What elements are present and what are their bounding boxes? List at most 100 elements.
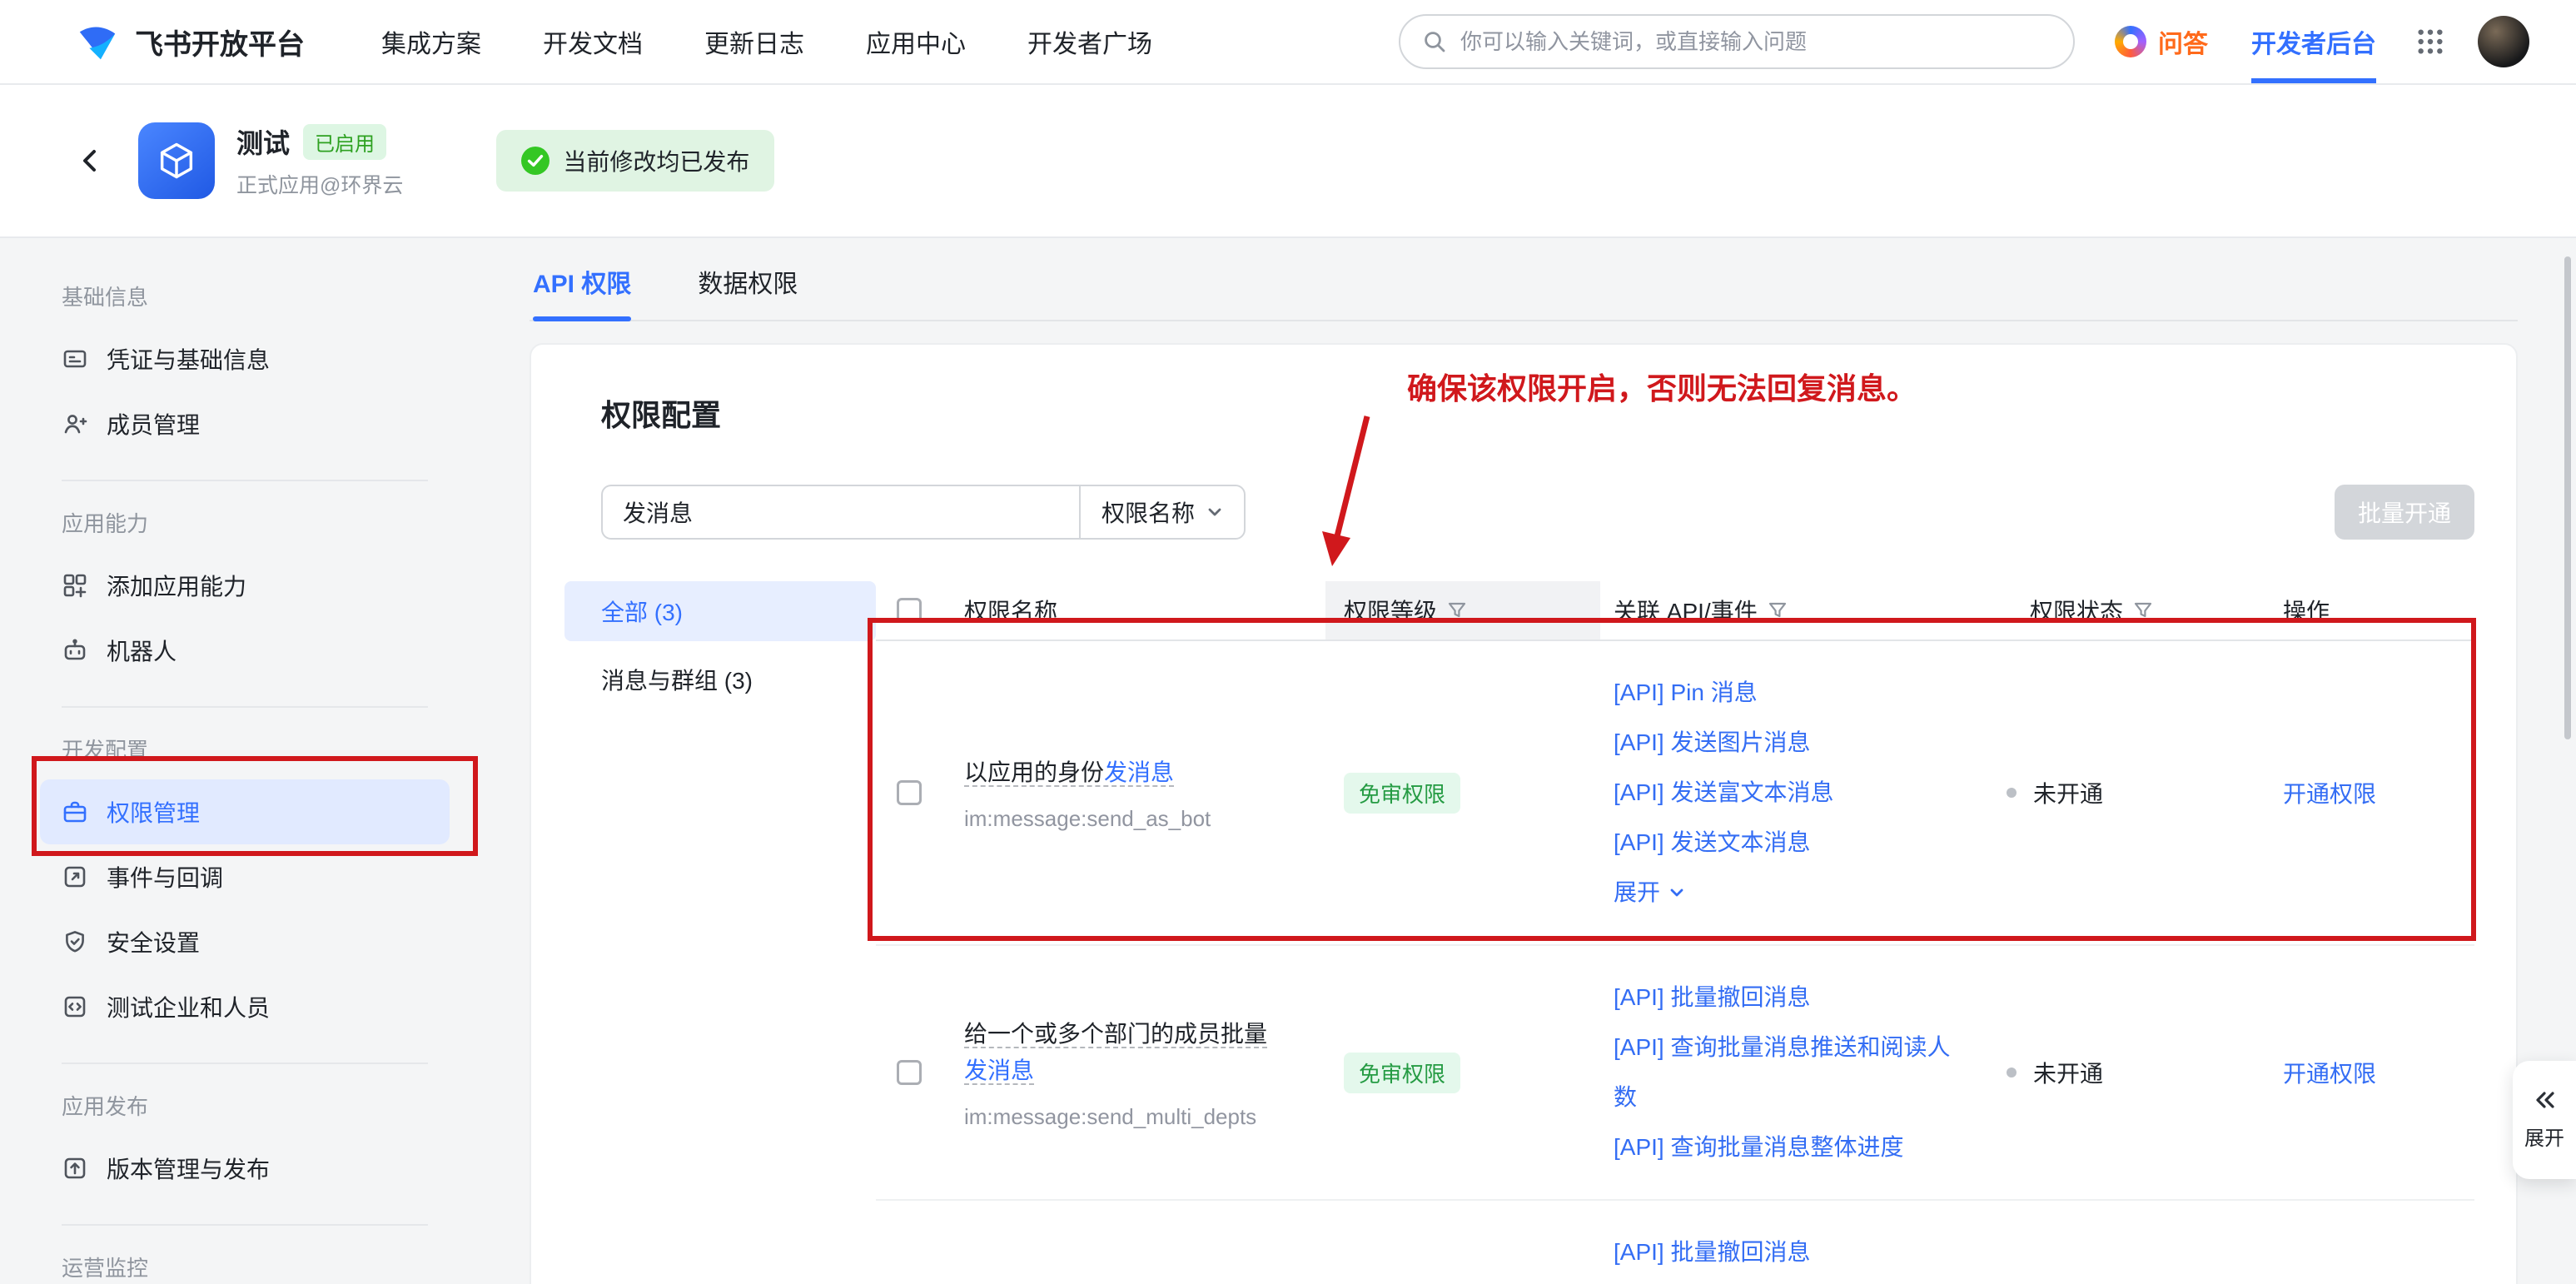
qa-icon <box>2115 26 2146 57</box>
global-search[interactable] <box>1399 14 2075 69</box>
filter-icon[interactable] <box>2133 600 2153 620</box>
api-link[interactable]: [API] Pin 消息 <box>1614 668 1972 718</box>
row-checkbox[interactable] <box>897 1060 922 1085</box>
briefcase-icon <box>62 799 88 825</box>
main-nav: 集成方案 开发文档 更新日志 应用中心 开发者广场 <box>381 0 1152 83</box>
row-checkbox[interactable] <box>897 780 922 805</box>
header-name: 权限名称 <box>942 581 1325 640</box>
select-all-checkbox[interactable] <box>897 598 922 623</box>
app-name: 测试 <box>236 122 290 161</box>
api-link[interactable]: [API] 发送图片消息 <box>1614 718 1972 768</box>
search-input[interactable] <box>1460 29 2051 55</box>
table-row-send-multi-users: 给多个用户批量发消息 [API] 批量撤回消息 [API] 查询批量消息推送和阅… <box>876 1201 2474 1284</box>
chevron-down-icon <box>1206 504 1223 520</box>
page: 飞书开放平台 集成方案 开发文档 更新日志 应用中心 开发者广场 问答 开发者后… <box>0 0 2576 1284</box>
app-icon <box>138 122 215 199</box>
sidebar-item-label: 机器人 <box>107 634 177 667</box>
sidebar-item-label: 权限管理 <box>107 795 200 829</box>
member-icon <box>62 411 88 437</box>
status-text: 未开通 <box>2033 1061 2103 1087</box>
status-dot <box>2007 1068 2017 1077</box>
permission-name[interactable]: 以应用的身份发消息 <box>964 759 1174 787</box>
sidebar-section-capability: 应用能力 <box>40 511 450 536</box>
sidebar-item-security[interactable]: 安全设置 <box>40 909 450 974</box>
api-link[interactable]: [API] 批量撤回消息 <box>1614 973 1972 1023</box>
sidebar-item-credentials[interactable]: 凭证与基础信息 <box>40 326 450 391</box>
double-chevron-left-icon <box>2533 1090 2556 1110</box>
sidebar-item-label: 安全设置 <box>107 925 200 958</box>
sidebar-divider <box>62 480 428 481</box>
api-link[interactable]: [API] 发送文本消息 <box>1614 818 1972 868</box>
expand-panel-label: 展开 <box>2524 1122 2564 1151</box>
search-field-label: 权限名称 <box>1102 495 1195 529</box>
sidebar-item-permissions[interactable]: 权限管理 <box>40 779 450 844</box>
api-link[interactable]: [API] 查询批量消息整体进度 <box>1614 1122 1972 1172</box>
api-link[interactable]: [API] 批量撤回消息 <box>1614 1227 1972 1277</box>
category-message-group[interactable]: 消息与群组 (3) <box>564 649 876 709</box>
sidebar-item-add-capability[interactable]: 添加应用能力 <box>40 553 450 618</box>
publish-status-banner: 当前修改均已发布 <box>496 130 774 192</box>
sidebar-item-bot[interactable]: 机器人 <box>40 618 450 683</box>
nav-item-solutions[interactable]: 集成方案 <box>381 23 481 60</box>
table-header: 权限名称 权限等级 关联 API/事件 权限状态 <box>876 581 2474 641</box>
sidebar-item-test-company[interactable]: 测试企业和人员 <box>40 974 450 1039</box>
permission-name[interactable]: 给一个或多个部门的成员批量发消息 <box>964 1021 1267 1085</box>
feishu-logo-icon <box>75 19 120 64</box>
annotation-text: 确保该权限开启，否则无法回复消息。 <box>1407 365 1917 408</box>
avatar[interactable] <box>2478 16 2529 67</box>
header-api: 关联 API/事件 <box>1600 581 1992 640</box>
table-row-send-multi-depts: 给一个或多个部门的成员批量发消息 im:message:send_multi_d… <box>876 946 2474 1201</box>
expand-panel-button[interactable]: 展开 <box>2513 1061 2576 1179</box>
status-badge: 已启用 <box>303 124 386 160</box>
scrollbar-thumb[interactable] <box>2564 256 2571 739</box>
developer-console-label: 开发者后台 <box>2251 23 2376 60</box>
nav-item-docs[interactable]: 开发文档 <box>543 23 643 60</box>
sidebar-item-label: 凭证与基础信息 <box>107 342 270 376</box>
robot-icon <box>62 637 88 664</box>
nav-item-dev-square[interactable]: 开发者广场 <box>1027 23 1152 60</box>
sidebar-section-basic: 基础信息 <box>40 285 450 310</box>
tab-data-permissions[interactable]: 数据权限 <box>698 263 798 320</box>
api-link[interactable]: [API] 查询批量消息推送和阅读人数 <box>1614 1023 1972 1122</box>
qa-link[interactable]: 问答 <box>2115 23 2208 60</box>
permission-code: im:message:send_multi_depts <box>964 1104 1286 1130</box>
sidebar-section-release: 应用发布 <box>40 1094 450 1119</box>
category-all[interactable]: 全部 (3) <box>564 581 876 641</box>
search-field-select[interactable]: 权限名称 <box>1079 485 1246 540</box>
app-subtitle: 正式应用@环界云 <box>236 169 403 199</box>
nav-item-app-center[interactable]: 应用中心 <box>866 23 966 60</box>
tab-api-permissions[interactable]: API 权限 <box>533 263 631 320</box>
content: 基础信息 凭证与基础信息 成员管理 应用能力 添加应用能力 机器人 开发配置 <box>0 238 2576 1284</box>
filter-icon[interactable] <box>1768 600 1788 620</box>
enable-permission-link[interactable]: 开通权限 <box>2283 1061 2376 1087</box>
api-link[interactable]: [API] 查询批量消息推送和阅读人数 <box>1614 1277 1972 1284</box>
check-circle-icon <box>521 147 550 175</box>
sidebar-item-events[interactable]: 事件与回调 <box>40 844 450 909</box>
sidebar: 基础信息 凭证与基础信息 成员管理 应用能力 添加应用能力 机器人 开发配置 <box>0 238 490 1284</box>
brand[interactable]: 飞书开放平台 <box>75 0 305 83</box>
filter-icon[interactable] <box>1447 600 1467 620</box>
apps-grid-icon[interactable] <box>2416 27 2444 56</box>
developer-console-link[interactable]: 开发者后台 <box>2251 0 2376 83</box>
status-dot <box>2007 788 2017 798</box>
permission-table: 权限名称 权限等级 关联 API/事件 权限状态 <box>876 581 2474 1284</box>
enable-permission-link[interactable]: 开通权限 <box>2283 781 2376 807</box>
back-button[interactable] <box>75 146 105 176</box>
qa-label: 问答 <box>2158 23 2208 60</box>
permission-body: 全部 (3) 消息与群组 (3) 权限名称 权限等级 关联 <box>564 581 2474 1284</box>
nav-item-changelog[interactable]: 更新日志 <box>704 23 804 60</box>
sidebar-divider <box>62 1063 428 1064</box>
sidebar-item-members[interactable]: 成员管理 <box>40 391 450 456</box>
sidebar-item-version-release[interactable]: 版本管理与发布 <box>40 1136 450 1201</box>
table-row-send-as-bot: 以应用的身份发消息 im:message:send_as_bot 免审权限 [A… <box>876 641 2474 946</box>
expand-apis-link[interactable]: 展开 <box>1614 868 1972 918</box>
permission-search-input[interactable] <box>601 485 1079 540</box>
publish-banner-text: 当前修改均已发布 <box>563 144 749 177</box>
permission-search: 权限名称 <box>601 485 1246 540</box>
event-callback-icon <box>62 863 88 890</box>
sidebar-divider <box>62 706 428 708</box>
api-link[interactable]: [API] 发送富文本消息 <box>1614 768 1972 818</box>
sidebar-section-dev-config: 开发配置 <box>40 738 450 763</box>
sidebar-item-label: 成员管理 <box>107 407 200 440</box>
batch-enable-button[interactable]: 批量开通 <box>2335 485 2474 540</box>
